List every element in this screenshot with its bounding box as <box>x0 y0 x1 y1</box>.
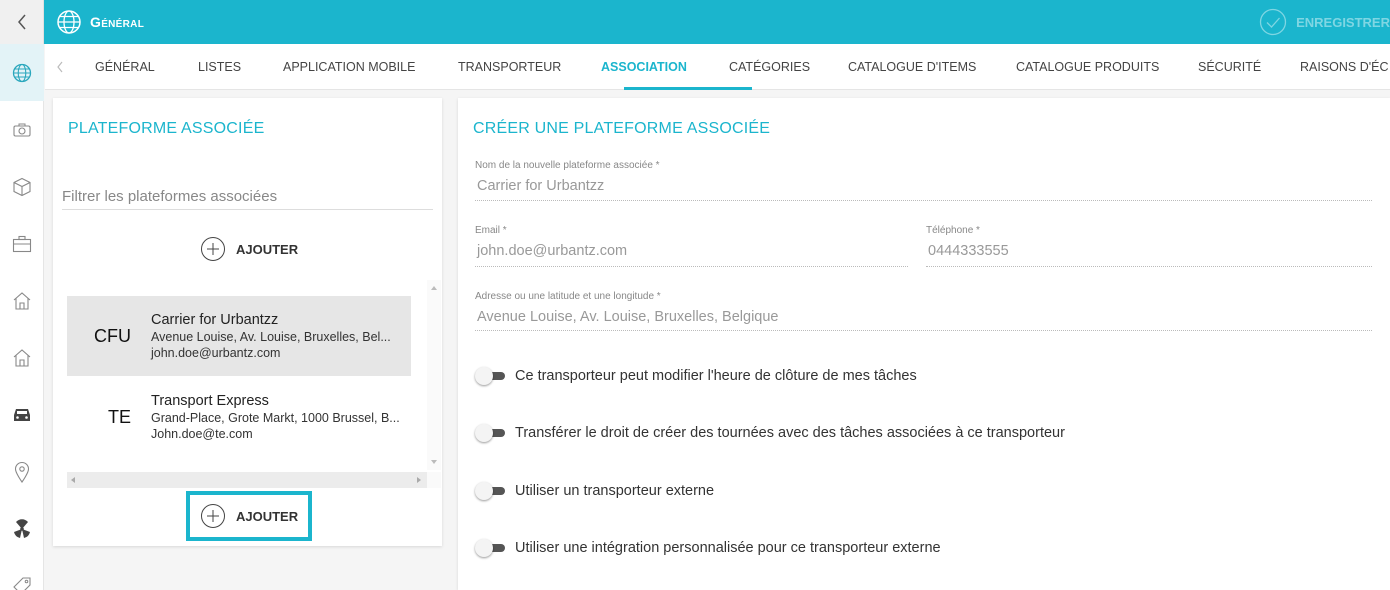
rail-item-cube[interactable] <box>0 158 44 215</box>
add-label: AJOUTER <box>236 508 299 524</box>
address-field[interactable]: Avenue Louise, Av. Louise, Bruxelles, Be… <box>477 309 778 325</box>
globe-icon <box>12 63 32 82</box>
platform-abbr: CFU <box>94 325 131 346</box>
tab-raisons[interactable]: RAISONS D'ÉC <box>1300 44 1389 90</box>
tab-securite[interactable]: SÉCURITÉ <box>1198 44 1261 90</box>
save-label: ENREGISTRER <box>1296 14 1390 30</box>
rail-item-general[interactable] <box>0 44 44 101</box>
home-icon <box>13 291 31 310</box>
tab-strip: GÉNÉRAL LISTES APPLICATION MOBILE TRANSP… <box>45 44 1390 90</box>
active-tab-indicator <box>624 87 752 90</box>
toggle-row: Utiliser une intégration personnalisée p… <box>475 539 941 557</box>
check-circle-icon <box>1259 8 1287 36</box>
location-pin-icon <box>14 461 30 483</box>
toggle-row: Transférer le droit de créer des tournée… <box>475 424 1065 442</box>
toggle-label: Utiliser un transporteur externe <box>515 483 715 499</box>
transfer-rights-toggle[interactable] <box>475 424 505 442</box>
horizontal-scrollbar[interactable] <box>67 472 441 488</box>
address-field-underline <box>475 330 1372 331</box>
address-field-label: Adresse ou une latitude et une longitude… <box>475 291 661 302</box>
add-button-top[interactable]: AJOUTER <box>200 236 298 262</box>
platform-address: Grand-Place, Grote Markt, 1000 Brussel, … <box>151 411 400 425</box>
chevron-left-icon <box>17 14 26 30</box>
email-field-label: Email * <box>475 225 507 236</box>
custom-integration-toggle[interactable] <box>475 539 505 557</box>
add-button-bottom[interactable]: AJOUTER <box>200 503 298 529</box>
tab-association[interactable]: ASSOCIATION <box>601 44 687 90</box>
globe-icon <box>57 10 81 34</box>
plus-circle-icon <box>201 237 225 261</box>
chevron-left-icon <box>57 61 63 73</box>
camera-icon <box>13 123 31 137</box>
tab-application-mobile[interactable]: APPLICATION MOBILE <box>283 44 415 90</box>
car-icon <box>14 408 30 421</box>
scroll-left-icon <box>71 477 75 483</box>
left-panel-title: PLATEFORME ASSOCIÉE <box>68 120 265 137</box>
platform-email: john.doe@urbantz.com <box>151 346 281 360</box>
toggle-label: Utiliser une intégration personnalisée p… <box>515 540 941 556</box>
tab-catalogue-items[interactable]: CATALOGUE D'ITEMS <box>848 44 976 90</box>
toggle-label: Ce transporteur peut modifier l'heure de… <box>515 368 917 384</box>
email-field-underline <box>475 266 908 267</box>
platform-name: Transport Express <box>151 393 269 409</box>
platform-address: Avenue Louise, Av. Louise, Bruxelles, Be… <box>151 330 391 344</box>
briefcase-icon <box>12 235 32 252</box>
platform-abbr: TE <box>107 406 131 427</box>
page-title: Général <box>90 14 145 30</box>
tag-icon <box>13 576 31 590</box>
phone-field[interactable]: 0444333555 <box>928 243 1009 259</box>
nuclear-icon <box>14 518 30 538</box>
tab-scroll-left-button[interactable] <box>45 44 75 90</box>
tab-general[interactable]: GÉNÉRAL <box>95 44 155 90</box>
vertical-scrollbar[interactable] <box>427 280 441 470</box>
name-field-label: Nom de la nouvelle plateforme associée * <box>475 160 660 171</box>
home-icon <box>13 348 31 367</box>
rail-item-home-2[interactable] <box>0 329 44 386</box>
rail-item-nuclear[interactable] <box>0 500 44 557</box>
scroll-down-icon <box>431 460 437 464</box>
rail-item-camera[interactable] <box>0 101 44 158</box>
save-button[interactable]: ENREGISTRER <box>1258 7 1390 37</box>
scroll-right-icon <box>417 477 421 483</box>
email-field[interactable]: john.doe@urbantz.com <box>477 243 627 259</box>
phone-field-label: Téléphone * <box>926 225 980 236</box>
external-carrier-toggle[interactable] <box>475 482 505 500</box>
rail-item-home[interactable] <box>0 272 44 329</box>
add-label: AJOUTER <box>236 241 299 257</box>
back-button[interactable] <box>0 0 44 44</box>
toggle-row: Ce transporteur peut modifier l'heure de… <box>475 367 917 385</box>
toggle-row: Utiliser un transporteur externe <box>475 482 715 500</box>
list-item[interactable]: TE Transport Express Grand-Place, Grote … <box>67 377 411 457</box>
platform-list: CFU Carrier for Urbantzz Avenue Louise, … <box>67 280 441 488</box>
associated-platform-panel: PLATEFORME ASSOCIÉE AJOUTER CFU Carrier … <box>53 98 442 546</box>
platform-name: Carrier for Urbantzz <box>151 312 279 328</box>
plus-circle-icon <box>201 504 225 528</box>
scroll-up-icon <box>431 286 437 290</box>
tab-catalogue-produits[interactable]: CATALOGUE PRODUITS <box>1016 44 1159 90</box>
create-platform-panel: CRÉER UNE PLATEFORME ASSOCIÉE Nom de la … <box>458 98 1390 590</box>
platform-email: John.doe@te.com <box>151 427 253 441</box>
filter-input[interactable] <box>62 184 433 210</box>
list-item[interactable]: CFU Carrier for Urbantzz Avenue Louise, … <box>67 296 411 376</box>
rail-item-location[interactable] <box>0 443 44 500</box>
left-rail <box>0 44 44 590</box>
tab-categories[interactable]: CATÉGORIES <box>729 44 810 90</box>
closing-time-toggle[interactable] <box>475 367 505 385</box>
rail-item-briefcase[interactable] <box>0 215 44 272</box>
top-bar: Général ENREGISTRER <box>0 0 1390 44</box>
rail-item-car[interactable] <box>0 386 44 443</box>
tab-listes[interactable]: LISTES <box>198 44 241 90</box>
tab-transporteur[interactable]: TRANSPORTEUR <box>458 44 561 90</box>
rail-item-tag[interactable] <box>0 557 44 590</box>
phone-field-underline <box>926 266 1372 267</box>
cube-icon <box>13 177 31 196</box>
toggle-label: Transférer le droit de créer des tournée… <box>515 425 1065 441</box>
page-header: Général <box>56 9 144 35</box>
name-field-underline <box>475 200 1372 201</box>
name-field[interactable]: Carrier for Urbantzz <box>477 178 604 194</box>
right-panel-title: CRÉER UNE PLATEFORME ASSOCIÉE <box>473 120 771 137</box>
